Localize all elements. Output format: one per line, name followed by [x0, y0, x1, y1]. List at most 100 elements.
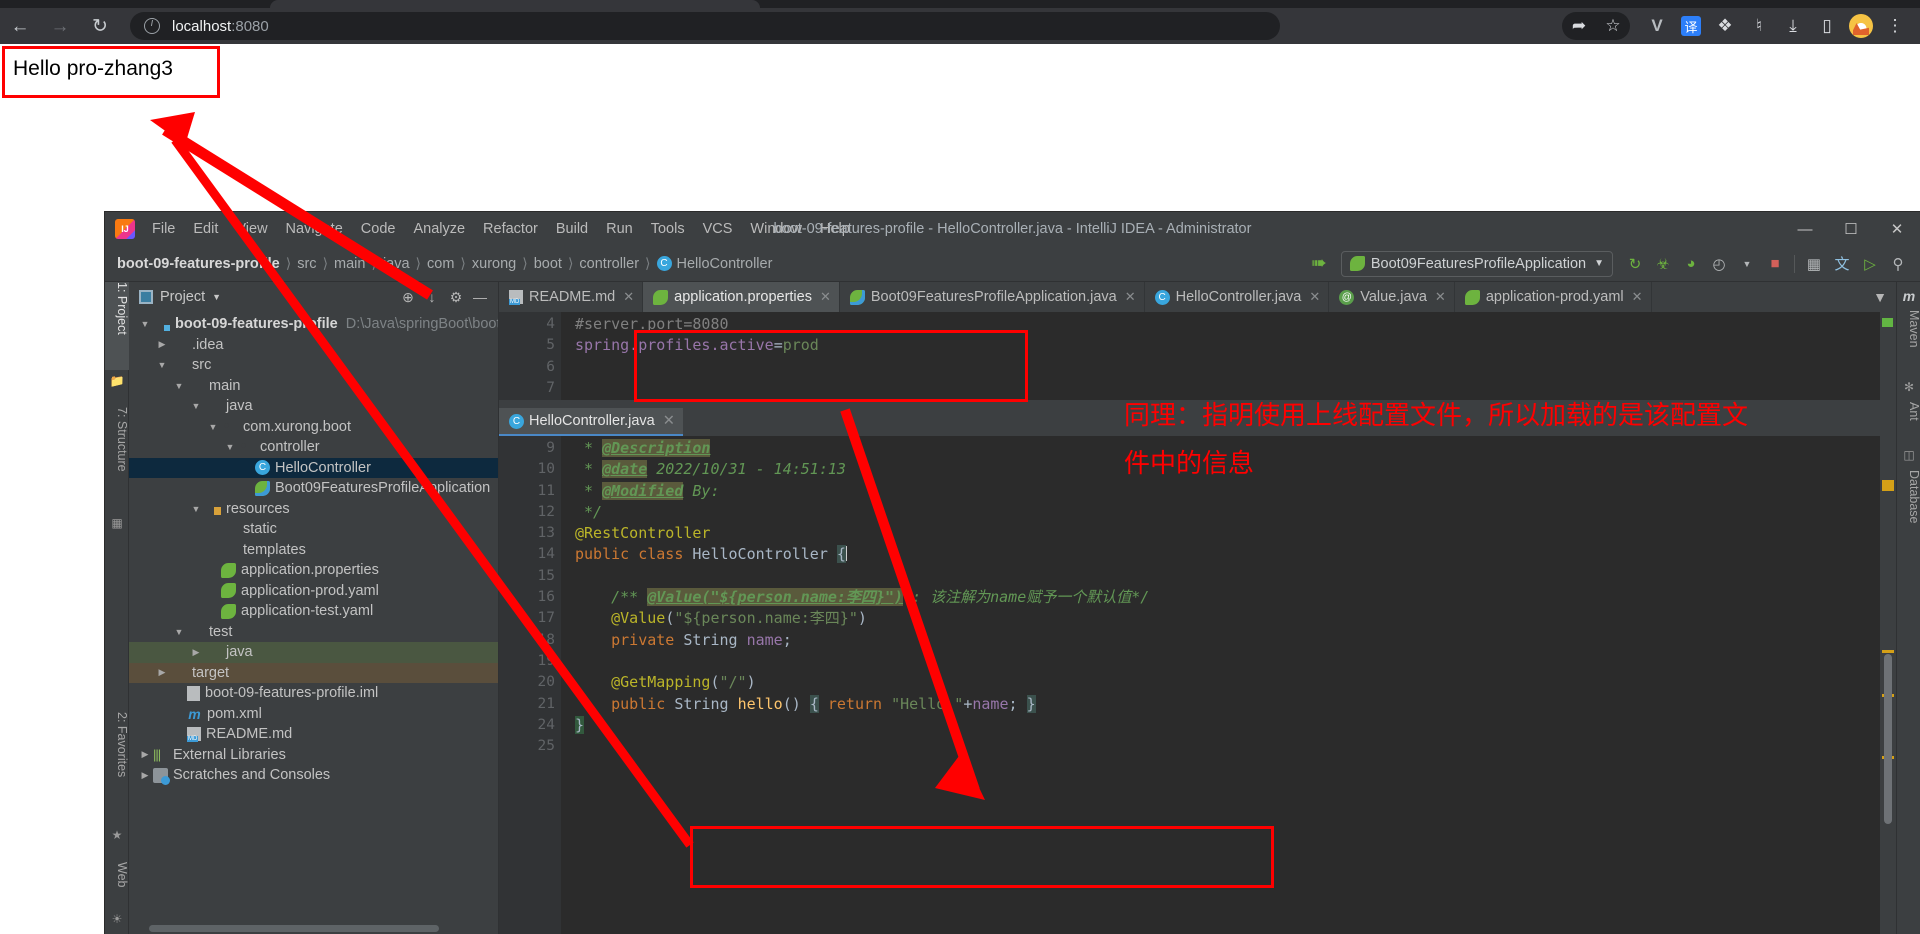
- chevron-down-icon[interactable]: ▼: [212, 292, 221, 302]
- tree-item-boot-09-features-profile[interactable]: ▼ boot-09-features-profile D:\Java\springB…: [129, 314, 498, 335]
- menu-edit[interactable]: Edit: [184, 217, 227, 241]
- breadcrumb-project[interactable]: boot-09-features-profile: [117, 256, 280, 272]
- downloads-icon[interactable]: ⤓: [1776, 12, 1810, 40]
- tree-item-boot-09-features-profile-iml[interactable]: boot-09-features-profile.iml: [129, 683, 498, 704]
- chevron-down-icon[interactable]: ▼: [154, 360, 170, 370]
- breadcrumb-hellocontroller[interactable]: HelloController: [677, 256, 773, 272]
- sidebar-panel-icon[interactable]: ▯: [1810, 12, 1844, 40]
- chevron-down-icon[interactable]: ▼: [188, 401, 204, 411]
- update-project-icon[interactable]: ↻: [1621, 250, 1649, 278]
- sidebar-item-structure[interactable]: 7: Structure: [105, 407, 129, 512]
- tree-item-application-prod-yaml[interactable]: application-prod.yaml: [129, 581, 498, 602]
- extensions-puzzle-icon[interactable]: ❖: [1708, 12, 1742, 40]
- project-structure-icon[interactable]: ▦: [1800, 250, 1828, 278]
- chevron-down-icon[interactable]: ▼: [137, 319, 153, 329]
- editor-tabs-overflow[interactable]: ▼: [1868, 282, 1896, 312]
- sidebar-item-web[interactable]: Web: [105, 862, 129, 908]
- tab-application-prod-yaml[interactable]: application-prod.yaml ✕: [1455, 282, 1652, 312]
- breadcrumb-xurong[interactable]: xurong: [472, 256, 516, 272]
- tab-hellocontroller-java-split[interactable]: C HelloController.java ✕: [499, 408, 683, 436]
- run-anything-icon[interactable]: ▷: [1856, 250, 1884, 278]
- menu-analyze[interactable]: Analyze: [404, 217, 474, 241]
- tab-boot09-application-java[interactable]: Boot09FeaturesProfileApplication.java ✕: [840, 282, 1145, 312]
- tree-item-static[interactable]: static: [129, 519, 498, 540]
- menu-refactor[interactable]: Refactor: [474, 217, 547, 241]
- project-tree-hscrollbar[interactable]: [129, 923, 498, 934]
- close-icon[interactable]: ✕: [1309, 289, 1320, 305]
- close-button[interactable]: ✕: [1874, 212, 1920, 246]
- chevron-down-icon[interactable]: ▼: [1868, 285, 1892, 309]
- tree-item-java[interactable]: ▶ java: [129, 642, 498, 663]
- chevron-right-icon[interactable]: ▶: [137, 749, 153, 760]
- breadcrumb-java[interactable]: java: [383, 256, 410, 272]
- chevron-down-icon[interactable]: ▼: [171, 627, 187, 637]
- run-with-coverage-icon[interactable]: ◕: [1677, 250, 1705, 278]
- sidebar-item-ant[interactable]: Ant: [1897, 402, 1920, 444]
- tree-item-templates[interactable]: templates: [129, 540, 498, 561]
- tab-application-properties[interactable]: application.properties ✕: [643, 282, 840, 312]
- chevron-right-icon[interactable]: ▶: [137, 770, 153, 781]
- chevron-down-icon[interactable]: ▼: [1733, 250, 1761, 278]
- breadcrumb-controller[interactable]: controller: [579, 256, 639, 272]
- tree-item-controller[interactable]: ▼ controller: [129, 437, 498, 458]
- tree-item-boot09featuresprofileapplication[interactable]: Boot09FeaturesProfileApplication: [129, 478, 498, 499]
- chevron-down-icon[interactable]: ▼: [222, 442, 238, 452]
- tree-item-java[interactable]: ▼ java: [129, 396, 498, 417]
- breadcrumb-boot[interactable]: boot: [534, 256, 562, 272]
- tree-item-src[interactable]: ▼ src: [129, 355, 498, 376]
- chevron-right-icon[interactable]: ▶: [154, 667, 170, 678]
- tree-item-scratches-and-consoles[interactable]: ▶ Scratches and Consoles: [129, 765, 498, 786]
- menu-vcs[interactable]: VCS: [694, 217, 742, 241]
- chevron-right-icon[interactable]: ▶: [154, 339, 170, 350]
- browser-active-tab[interactable]: [270, 0, 760, 8]
- close-icon[interactable]: ✕: [1125, 289, 1136, 305]
- menu-file[interactable]: File: [143, 217, 184, 241]
- close-icon[interactable]: ✕: [820, 289, 831, 305]
- hide-panel-icon[interactable]: —: [468, 285, 492, 309]
- tab-hellocontroller-java[interactable]: C HelloController.java ✕: [1145, 282, 1330, 312]
- vimium-v-icon[interactable]: V: [1640, 12, 1674, 40]
- share-icon[interactable]: ➦: [1562, 12, 1596, 40]
- chevron-down-icon[interactable]: ▼: [188, 504, 204, 514]
- project-tree[interactable]: ▼ boot-09-features-profile D:\Java\springB…: [129, 312, 498, 923]
- tree-item-readme-md[interactable]: README.md: [129, 724, 498, 745]
- reload-icon[interactable]: ↻: [80, 11, 120, 41]
- maximize-button[interactable]: ☐: [1828, 212, 1874, 246]
- sidebar-item-favorites[interactable]: 2: Favorites: [105, 712, 129, 824]
- profile-avatar-icon[interactable]: [1844, 12, 1878, 40]
- sidebar-item-project[interactable]: 1: Project: [105, 282, 129, 370]
- tree-item-target[interactable]: ▶ target: [129, 662, 498, 683]
- info-circle-icon[interactable]: [144, 17, 160, 34]
- bookmark-star-icon[interactable]: ☆: [1596, 12, 1630, 40]
- media-playlist-icon[interactable]: ♮: [1742, 12, 1776, 40]
- translate-icon[interactable]: 译: [1674, 12, 1708, 40]
- menu-build[interactable]: Build: [547, 217, 597, 241]
- browser-menu-icon[interactable]: ⋮: [1878, 12, 1912, 40]
- collapse-all-icon[interactable]: ↓: [420, 285, 444, 309]
- scrollbar-thumb[interactable]: [1884, 654, 1892, 824]
- menu-code[interactable]: Code: [352, 217, 405, 241]
- properties-error-stripe[interactable]: [1880, 312, 1896, 400]
- run-configuration-selector[interactable]: Boot09FeaturesProfileApplication ▼: [1340, 250, 1613, 277]
- java-error-stripe[interactable]: [1880, 436, 1896, 934]
- breadcrumb-src[interactable]: src: [297, 256, 316, 272]
- sidebar-item-database[interactable]: Database: [1897, 470, 1920, 548]
- close-icon[interactable]: ✕: [1632, 289, 1643, 305]
- address-bar[interactable]: localhost:8080: [130, 12, 1280, 40]
- locate-target-icon[interactable]: ⊕: [396, 285, 420, 309]
- tab-readme-md[interactable]: README.md ✕: [499, 282, 644, 312]
- menu-view[interactable]: View: [227, 217, 276, 241]
- back-navigation-icon[interactable]: ➠: [1305, 250, 1333, 278]
- tree-item-application-test-yaml[interactable]: application-test.yaml: [129, 601, 498, 622]
- forward-arrow-icon[interactable]: →: [40, 11, 80, 41]
- tree-item-pom-xml[interactable]: m pom.xml: [129, 704, 498, 725]
- stop-icon[interactable]: ■: [1761, 250, 1789, 278]
- tree-item-com-xurong-boot[interactable]: ▼ com.xurong.boot: [129, 417, 498, 438]
- breadcrumb-main[interactable]: main: [334, 256, 365, 272]
- tree-item-hellocontroller[interactable]: C HelloController: [129, 457, 498, 478]
- profile-icon[interactable]: ◴: [1705, 250, 1733, 278]
- tree-item-resources[interactable]: ▼ resources: [129, 499, 498, 520]
- tree-item-test[interactable]: ▼ test: [129, 622, 498, 643]
- properties-code[interactable]: #server.port=8080 spring.profiles.active…: [561, 312, 1880, 400]
- scrollbar-thumb[interactable]: [149, 925, 439, 932]
